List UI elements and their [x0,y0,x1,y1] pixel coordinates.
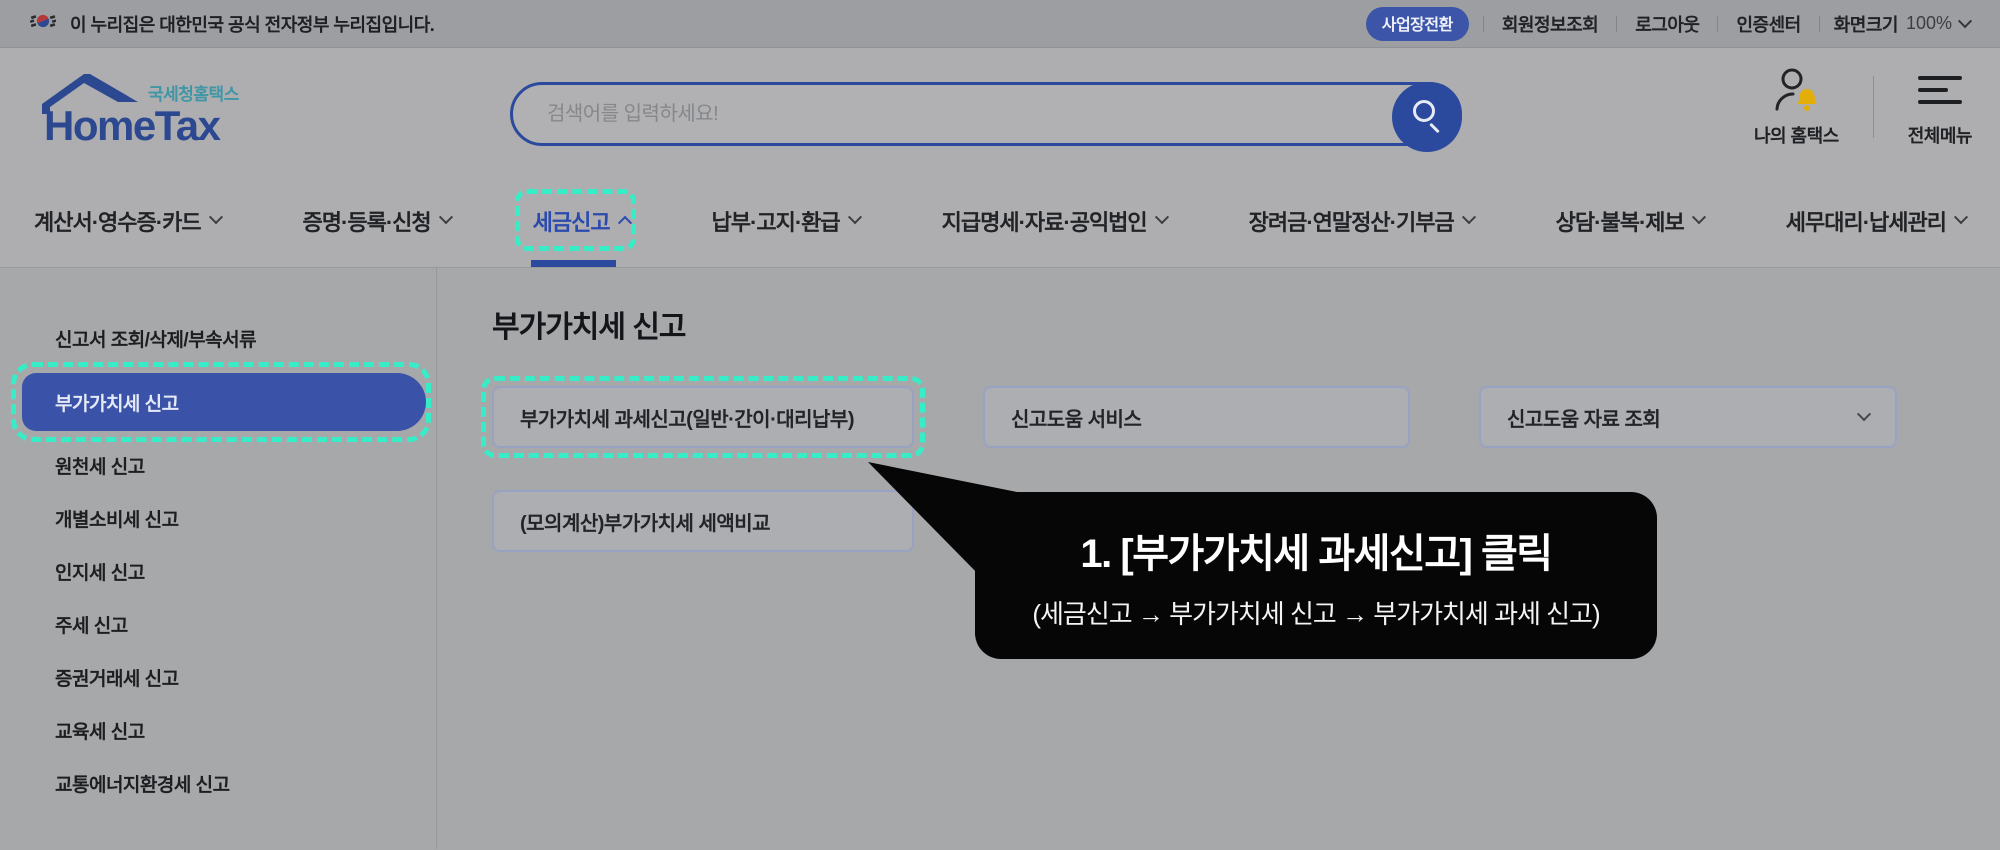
search-bar [510,82,1462,152]
chevron-down-icon [1461,209,1476,224]
screen-zoom-label: 화면크기 [1833,14,1899,35]
sidebar-item-stamp-tax[interactable]: 인지세 신고 [0,545,436,598]
sidebar-item-withholding-tax[interactable]: 원천세 신고 [0,439,436,492]
search-input[interactable] [513,85,1363,143]
nav-item-consult-appeal-report[interactable]: 상담·불복·제보 [1555,175,1706,267]
sidebar-item-label: 교통에너지환경세 신고 [55,775,230,796]
nav-label: 계산서·영수증·카드 [34,210,202,235]
logo-wordmark: HomeTax [44,102,221,149]
nav-label: 증명·등록·신청 [302,210,432,235]
nav-item-subsidy-yearend-donation[interactable]: 장려금·연말정산·기부금 [1248,175,1476,267]
all-menu-button[interactable]: 전체메뉴 [1907,66,1973,148]
nav-label: 세금신고 [532,210,611,235]
chevron-down-icon [438,209,453,224]
vat-taxable-report-button[interactable]: 부가가치세 과세신고(일반·간이·대리납부) [481,376,925,458]
sidebar-item-label: 인지세 신고 [55,563,145,584]
sidebar-item-label: 부가가치세 신고 [55,393,179,415]
sidebar-item-transport-energy-env-tax[interactable]: 교통에너지환경세 신고 [0,757,436,810]
gov-notice-group: 이 누리집은 대한민국 공식 전자정부 누리집입니다. [29,8,435,39]
search-icon [1413,100,1435,122]
nav-label: 납부·고지·환급 [711,210,841,235]
all-menu-label: 전체메뉴 [1907,126,1973,146]
sidebar-item-label: 교육세 신고 [55,722,145,743]
nav-item-certificate-register[interactable]: 증명·등록·신청 [302,175,453,267]
hometax-logo[interactable]: 국세청홈택스 HomeTax [36,60,266,164]
divider [1872,76,1874,138]
callout-path-text: (세금신고 → 부가가치세 신고 → 부가가치세 과세 신고) [1032,598,1600,629]
chevron-down-icon [1691,209,1706,224]
chevron-down-icon [1154,209,1169,224]
nav-item-tax-agent-management[interactable]: 세무대리·납세관리 [1785,175,1969,267]
sidebar-item-label: 증권거래세 신고 [55,669,179,690]
chevron-down-icon [208,209,223,224]
hometax-page: 이 누리집은 대한민국 공식 전자정부 누리집입니다. 사업장전환 회원정보조회… [0,0,2000,850]
my-hometax-button[interactable]: 나의 홈택스 [1754,66,1839,148]
report-help-data-dropdown[interactable]: 신고도움 자료 조회 [1479,386,1897,448]
vat-simulation-compare-button[interactable]: (모의계산)부가가치세 세액비교 [492,490,914,552]
card-label: (모의계산)부가가치세 세액비교 [520,512,771,535]
member-info-link[interactable]: 회원정보조회 [1498,11,1602,37]
card-label: 신고도움 자료 조회 [1507,408,1661,431]
divider [1818,15,1820,32]
sidebar-item-label: 개별소비세 신고 [55,510,179,531]
chevron-down-icon [1953,209,1969,224]
user-bell-icon [1770,66,1822,114]
card-label: 신고도움 서비스 [1011,408,1142,431]
nav-item-invoice-receipt-card[interactable]: 계산서·영수증·카드 [34,175,223,267]
korea-flag-icon [29,8,57,39]
my-hometax-label: 나의 홈택스 [1753,126,1839,146]
hamburger-menu-icon [1917,66,1962,114]
nav-item-statement-data-nonprofit[interactable]: 지급명세·자료·공익법인 [941,175,1169,267]
sidebar-item-label: 주세 신고 [55,616,128,637]
sidebar-item-label: 신고서 조회/삭제/부속서류 [55,330,257,351]
topbar-links: 사업장전환 회원정보조회 로그아웃 인증센터 화면크기 100% [1365,6,1973,41]
nav-label: 장려금·연말정산·기부금 [1248,210,1455,235]
chevron-down-icon [1957,13,1973,28]
screen-zoom-value: 100% [1905,13,1952,33]
page-title: 부가가치세 신고 [492,311,687,344]
active-tab-underline [530,260,616,267]
gov-notice-text: 이 누리집은 대한민국 공식 전자정부 누리집입니다. [70,14,435,35]
sidebar-item-individual-consumption-tax[interactable]: 개별소비세 신고 [0,492,436,545]
divider [1482,15,1484,32]
card-label: 부가가치세 과세신고(일반·간이·대리납부) [520,408,855,431]
report-help-service-button[interactable]: 신고도움 서비스 [983,386,1410,448]
nav-label: 지급명세·자료·공익법인 [941,210,1148,235]
card-row-1: 부가가치세 과세신고(일반·간이·대리납부) 신고도움 서비스 신고도움 자료 … [481,376,2000,458]
sidebar-item-education-tax[interactable]: 교육세 신고 [0,704,436,757]
chevron-up-icon [617,215,632,230]
nav-item-payment-notice-refund[interactable]: 납부·고지·환급 [711,175,862,267]
nav-label: 상담·불복·제보 [1555,210,1685,235]
sidebar-item-liquor-tax[interactable]: 주세 신고 [0,598,436,651]
sidebar: 신고서 조회/삭제/부속서류 부가가치세 신고 원천세 신고 개별소비세 신고 … [0,268,437,849]
site-header: 국세청홈택스 HomeTax 나의 홈택스 [0,48,2000,175]
sidebar-item-report-view-delete[interactable]: 신고서 조회/삭제/부속서류 [0,312,436,365]
tutorial-callout: 1. [부가가치세 과세신고] 클릭 (세금신고 → 부가가치세 신고 → 부가… [975,492,1657,659]
chevron-down-icon [847,209,862,224]
nav-item-tax-report[interactable]: 세금신고 [514,175,636,267]
divider [1717,15,1719,32]
search-button[interactable] [1392,82,1462,152]
top-utility-bar: 이 누리집은 대한민국 공식 전자정부 누리집입니다. 사업장전환 회원정보조회… [0,0,2000,48]
callout-step-text: 1. [부가가치세 과세신고] 클릭 [1080,531,1553,576]
primary-nav: 계산서·영수증·카드 증명·등록·신청 세금신고 납부·고지·환급 지급명세·자… [0,175,2000,268]
workplace-switch-badge[interactable]: 사업장전환 [1365,6,1469,41]
chevron-down-icon [1856,407,1872,422]
auth-center-link[interactable]: 인증센터 [1732,11,1804,37]
sidebar-item-label: 원천세 신고 [55,457,145,478]
screen-zoom-control[interactable]: 화면크기 100% [1833,11,1973,37]
sidebar-item-vat-report[interactable]: 부가가치세 신고 [11,362,431,442]
sidebar-item-securities-tax[interactable]: 증권거래세 신고 [0,651,436,704]
logout-link[interactable]: 로그아웃 [1631,11,1703,37]
header-quick-menu: 나의 홈택스 전체메뉴 [1754,66,1973,148]
nav-label: 세무대리·납세관리 [1785,210,1947,235]
divider [1616,15,1618,32]
